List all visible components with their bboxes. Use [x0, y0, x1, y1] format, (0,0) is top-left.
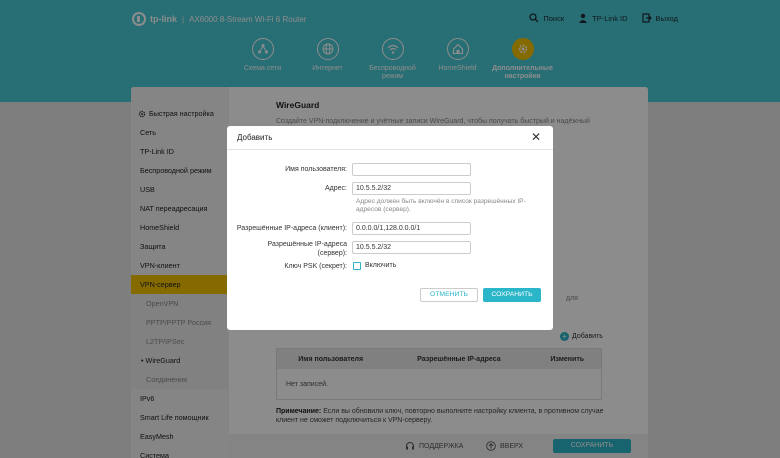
allowed-server-label: Разрешённые IP-адреса (сервер): [267, 241, 347, 257]
address-hint: Адрес должен быть включён в список разре… [356, 198, 526, 213]
allowed-client-input[interactable]: 0.0.0.0/1,128.0.0.0/1 [352, 222, 471, 235]
close-icon[interactable]: ✕ [531, 130, 541, 144]
dialog-divider [227, 149, 553, 150]
allowed-server-input[interactable]: 10.5.5.2/32 [352, 241, 471, 254]
allowed-client-label: Разрешённые IP-адреса (клиент): [236, 225, 347, 232]
cancel-button[interactable]: ОТМЕНИТЬ [420, 288, 478, 302]
psk-enable-label: Включить [365, 262, 397, 269]
add-account-dialog: Добавить ✕ Имя пользователя: Адрес: 10.5… [227, 126, 553, 330]
dialog-title: Добавить [237, 133, 273, 142]
psk-enable-checkbox[interactable] [353, 262, 361, 270]
save-button[interactable]: СОХРАНИТЬ [483, 288, 541, 302]
psk-label: Ключ PSK (секрет): [284, 263, 347, 270]
address-label: Адрес: [325, 185, 347, 192]
username-label: Имя пользователя: [285, 166, 347, 173]
username-input[interactable] [352, 163, 471, 176]
address-input[interactable]: 10.5.5.2/32 [352, 182, 471, 195]
